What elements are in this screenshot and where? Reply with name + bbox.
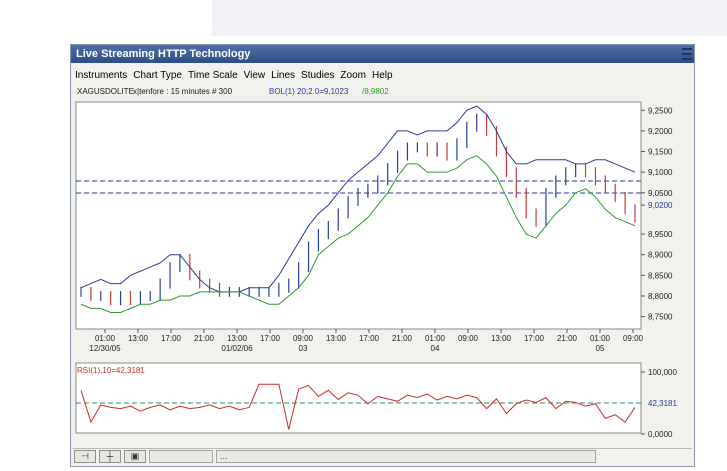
time-tick-label: 13:00 — [326, 334, 347, 343]
date-label: 04 — [431, 344, 440, 353]
chart-canvas[interactable]: XAGUSDOLITE x|tenfore : 15 minutes # 300… — [75, 87, 692, 440]
time-tick-label: 21:00 — [194, 334, 215, 343]
window-title: Live Streaming HTTP Technology — [76, 48, 251, 60]
chart-area[interactable]: XAGUSDOLITE x|tenfore : 15 minutes # 300… — [75, 87, 692, 440]
price-plot-frame — [75, 101, 642, 330]
status-field-2: ... — [216, 450, 596, 463]
rsi-tick-bottom: 0,0000 — [648, 430, 673, 439]
time-tick-label: 01:00 — [95, 334, 116, 343]
rsi-current-value: 42,3181 — [648, 399, 677, 408]
price-tick-label: 9,2500 — [648, 106, 673, 115]
info-instrument: XAGUSDOLITE — [77, 87, 134, 96]
time-tick-label: 09:00 — [623, 334, 644, 343]
rsi-label: RSI(1),10=42,3181 — [77, 366, 145, 375]
price-tick-label: 9,1000 — [648, 168, 673, 177]
time-tick-label: 13:00 — [128, 334, 149, 343]
menu-instruments[interactable]: Instruments — [75, 67, 127, 85]
rsi-plot-frame — [75, 362, 642, 434]
page-header-blank — [0, 0, 212, 36]
time-tick-label: 13:00 — [491, 334, 512, 343]
page-header-strip — [0, 0, 727, 36]
price-tick-label: 9,1500 — [648, 148, 673, 157]
time-tick-label: 13:00 — [227, 334, 248, 343]
info-bollinger-lower: /8,9802 — [362, 87, 389, 96]
menu-bar: Instruments Chart Type Time Scale View L… — [71, 67, 399, 85]
time-tick-label: 01:00 — [590, 334, 611, 343]
info-timeframe: x|tenfore : 15 minutes # 300 — [133, 87, 233, 96]
price-axis-ticks: 9,2500 9,2000 9,1500 9,1000 9,0500 9,0200 8,95… — [641, 106, 673, 322]
menu-zoom[interactable]: Zoom — [340, 67, 366, 85]
price-tick-highlight: 9,0200 — [648, 201, 673, 210]
time-axis-ticks: 01:00 13:00 17:00 21:00 13:00 17:00 09:00 13:00… — [89, 329, 644, 353]
window-menu-grip-icon[interactable] — [682, 48, 692, 60]
menu-lines[interactable]: Lines — [271, 67, 295, 85]
price-tick-label: 9,0500 — [648, 189, 673, 198]
price-tick-label: 8,7500 — [648, 313, 673, 322]
date-label: 01/02/06 — [221, 344, 253, 353]
time-tick-label: 17:00 — [524, 334, 545, 343]
time-tick-label: 17:00 — [359, 334, 380, 343]
date-label: 03 — [299, 344, 308, 353]
date-label: 05 — [596, 344, 605, 353]
crosshair-tool-button[interactable]: ⊣ — [74, 450, 96, 463]
time-tick-label: 17:00 — [161, 334, 182, 343]
time-tick-label: 21:00 — [392, 334, 413, 343]
price-tick-label: 8,8500 — [648, 271, 673, 280]
time-tick-label: 09:00 — [458, 334, 479, 343]
horizontal-line-tool-button[interactable]: ┼ — [99, 450, 121, 463]
window-titlebar[interactable]: Live Streaming HTTP Technology — [71, 45, 694, 63]
chart-window: Live Streaming HTTP Technology Instrumen… — [70, 44, 695, 467]
info-bollinger-upper: BOL(1) 20;2.0=9,1023 — [269, 87, 349, 96]
menu-chart-type[interactable]: Chart Type — [133, 67, 182, 85]
price-tick-label: 8,8000 — [648, 292, 673, 301]
price-tick-label: 8,9500 — [648, 230, 673, 239]
save-tool-button[interactable]: ▣ — [124, 450, 146, 463]
time-tick-label: 09:00 — [293, 334, 314, 343]
status-bar: ⊣ ┼ ▣ ... — [73, 448, 692, 464]
status-field-1 — [149, 450, 213, 463]
time-tick-label: 17:00 — [260, 334, 281, 343]
menu-help[interactable]: Help — [372, 67, 393, 85]
menu-studies[interactable]: Studies — [301, 67, 334, 85]
rsi-tick-top: 100,000 — [648, 368, 677, 377]
time-tick-label: 01:00 — [425, 334, 446, 343]
time-tick-label: 21:00 — [557, 334, 578, 343]
menu-view[interactable]: View — [244, 67, 266, 85]
menu-time-scale[interactable]: Time Scale — [188, 67, 238, 85]
date-label: 12/30/05 — [89, 344, 121, 353]
price-tick-label: 9,2000 — [648, 127, 673, 136]
price-tick-label: 8,9000 — [648, 251, 673, 260]
